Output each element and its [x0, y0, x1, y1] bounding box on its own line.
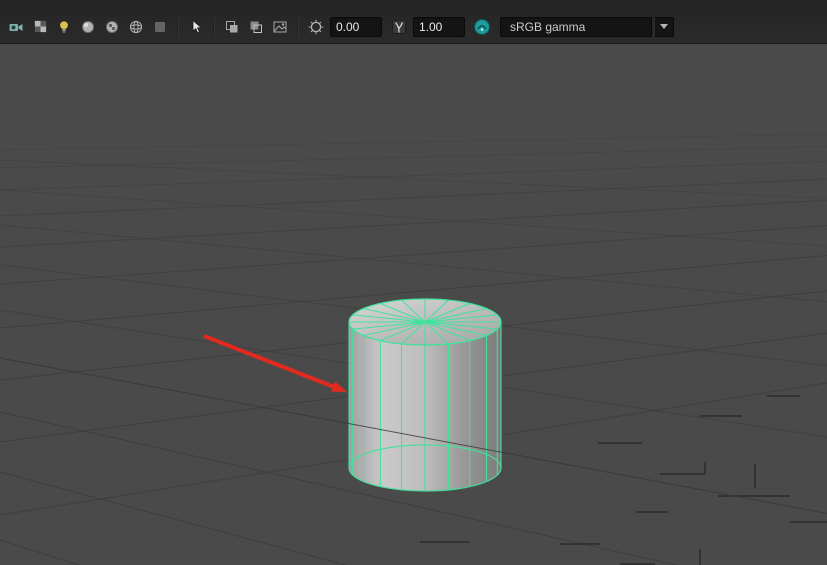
exposure-icon [308, 19, 324, 34]
select-camera-icon [9, 23, 23, 31]
toolbar-separator [297, 16, 299, 37]
viewport-canvas[interactable] [0, 44, 827, 565]
toolbar-separator [177, 16, 179, 37]
select-tool-button[interactable] [185, 16, 207, 38]
textured-sphere-icon [105, 20, 119, 33]
shaded-display-button[interactable] [77, 16, 99, 38]
color-management-button[interactable] [471, 16, 493, 38]
viewport-panel [0, 44, 827, 565]
exposure-toggle-button[interactable] [305, 16, 327, 38]
duplicate-view-button[interactable] [245, 16, 267, 38]
duplicate-view-icon [250, 21, 262, 33]
toolbar-separator [213, 16, 215, 37]
cylinder-object[interactable] [348, 298, 502, 492]
image-plane-button[interactable] [269, 16, 291, 38]
select-cursor-icon [192, 19, 202, 33]
viewport-toolbar: sRGB gamma [0, 0, 827, 44]
gamma-input[interactable] [413, 16, 465, 37]
shaded-sphere-icon [81, 20, 95, 33]
default-material-button[interactable] [149, 16, 171, 38]
wireframe-on-shaded-button[interactable] [125, 16, 147, 38]
lightbulb-icon [60, 20, 68, 33]
select-camera-button[interactable] [5, 16, 27, 38]
lighting-button[interactable] [53, 16, 75, 38]
color-management-icon [474, 18, 490, 35]
isolate-select-button[interactable] [221, 16, 243, 38]
isolate-select-icon [226, 20, 238, 32]
default-material-icon [155, 21, 165, 32]
gamma-icon [392, 19, 406, 34]
view-transform-value: sRGB gamma [510, 19, 586, 34]
view-transform-arrow-button[interactable] [654, 16, 674, 37]
grid-toggle-button[interactable] [29, 16, 51, 38]
chevron-down-icon [660, 24, 668, 29]
exposure-input[interactable] [330, 16, 382, 37]
textured-display-button[interactable] [101, 16, 123, 38]
view-transform-dropdown[interactable]: sRGB gamma [500, 16, 652, 37]
gamma-toggle-button[interactable] [388, 16, 410, 38]
wireframe-sphere-icon [129, 20, 143, 33]
image-plane-icon [273, 21, 287, 32]
grid-icon [34, 20, 46, 33]
